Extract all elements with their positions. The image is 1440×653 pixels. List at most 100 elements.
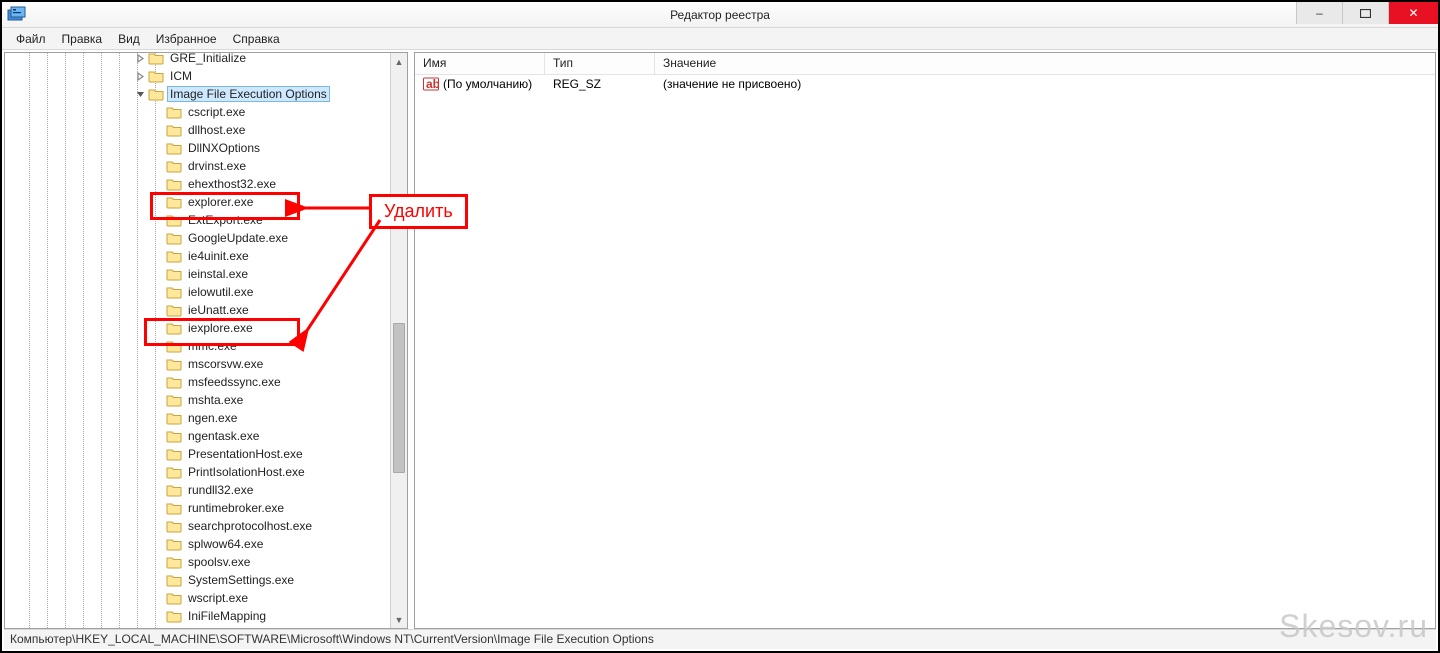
expander-none [153,233,164,244]
expander-none [153,107,164,118]
folder-icon [166,357,182,371]
tree-node-label: ieinstal.exe [186,267,250,281]
annotation-box-iexplore [144,318,300,346]
column-value[interactable]: Значение [655,53,1435,74]
tree-node-cscript-exe[interactable]: cscript.exe [5,103,389,121]
expander-none [153,593,164,604]
folder-icon [166,159,182,173]
value-name: (По умолчанию) [443,77,532,91]
tree-node-IniFileMapping[interactable]: IniFileMapping [5,607,389,625]
tree-node-label: PrintIsolationHost.exe [186,465,307,479]
tree-node-runtimebroker-exe[interactable]: runtimebroker.exe [5,499,389,517]
expander-none [153,143,164,154]
svg-text:ab: ab [426,77,439,91]
expander-closed-icon[interactable] [135,71,146,82]
tree-node-mshta-exe[interactable]: mshta.exe [5,391,389,409]
expander-closed-icon[interactable] [135,53,146,64]
tree-node-searchprotocolhost-exe[interactable]: searchprotocolhost.exe [5,517,389,535]
string-value-icon: ab [423,76,439,92]
window-title: Редактор реестра [670,8,770,22]
menu-bar: Файл Правка Вид Избранное Справка [2,28,1438,50]
expander-none [153,125,164,136]
tree-node-msfeedssync-exe[interactable]: msfeedssync.exe [5,373,389,391]
folder-icon [166,555,182,569]
tree-node-ngen-exe[interactable]: ngen.exe [5,409,389,427]
menu-edit[interactable]: Правка [54,30,111,48]
tree-node-ngentask-exe[interactable]: ngentask.exe [5,427,389,445]
expander-none [153,413,164,424]
menu-favorites[interactable]: Избранное [148,30,225,48]
tree-node-label: ngentask.exe [186,429,261,443]
folder-icon [166,141,182,155]
tree-scrollbar[interactable]: ▲ ▼ [390,53,407,628]
window-buttons: – ✕ [1296,2,1438,24]
tree-node-label: Image File Execution Options [168,87,329,101]
menu-file[interactable]: Файл [8,30,54,48]
tree-node-ICM[interactable]: ICM [5,67,389,85]
tree-node-label: spoolsv.exe [186,555,252,569]
value-type: REG_SZ [545,77,655,91]
tree-node-dllhost-exe[interactable]: dllhost.exe [5,121,389,139]
expander-none [153,377,164,388]
expander-none [153,485,164,496]
expander-none [153,431,164,442]
folder-icon [166,285,182,299]
expander-none [153,305,164,316]
folder-icon [166,249,182,263]
tree-node-PresentationHost-exe[interactable]: PresentationHost.exe [5,445,389,463]
tree-node-label: dllhost.exe [186,123,247,137]
scroll-up-icon[interactable]: ▲ [391,53,407,70]
tree-node-label: GoogleUpdate.exe [186,231,290,245]
tree-node-label: GRE_Initialize [168,53,248,65]
tree-node-splwow64-exe[interactable]: splwow64.exe [5,535,389,553]
expander-none [153,611,164,622]
folder-icon [166,231,182,245]
close-button[interactable]: ✕ [1388,2,1438,24]
regedit-icon [6,4,28,26]
tree-node-PrintIsolationHost-exe[interactable]: PrintIsolationHost.exe [5,463,389,481]
tree-node-Image-File-Execution-Options[interactable]: Image File Execution Options [5,85,389,103]
tree-node-GRE_Initialize[interactable]: GRE_Initialize [5,53,389,67]
folder-icon [166,519,182,533]
title-bar: Редактор реестра – ✕ [2,2,1438,28]
tree-node-label: msfeedssync.exe [186,375,283,389]
column-name[interactable]: Имя [415,53,545,74]
expander-none [153,395,164,406]
tree-node-label: ielowutil.exe [186,285,255,299]
tree-node-label: ie4uinit.exe [186,249,251,263]
value-row[interactable]: ab (По умолчанию) REG_SZ (значение не пр… [415,75,1435,93]
scroll-down-icon[interactable]: ▼ [391,611,407,628]
scroll-thumb[interactable] [393,323,405,473]
tree-node-drvinst-exe[interactable]: drvinst.exe [5,157,389,175]
tree-node-DllNXOptions[interactable]: DllNXOptions [5,139,389,157]
column-type[interactable]: Тип [545,53,655,74]
menu-help[interactable]: Справка [225,30,288,48]
tree-node-mscorsvw-exe[interactable]: mscorsvw.exe [5,355,389,373]
annotation-arrow-2 [298,216,388,340]
tree-node-wscript-exe[interactable]: wscript.exe [5,589,389,607]
tree-node-ehexthost32-exe[interactable]: ehexthost32.exe [5,175,389,193]
tree-node-label: cscript.exe [186,105,247,119]
expander-none [153,269,164,280]
folder-icon [166,573,182,587]
menu-view[interactable]: Вид [110,30,148,48]
tree-node-label: drvinst.exe [186,159,248,173]
tree-node-SystemSettings-exe[interactable]: SystemSettings.exe [5,571,389,589]
folder-icon [166,393,182,407]
tree-node-label: SystemSettings.exe [186,573,296,587]
expander-none [153,287,164,298]
maximize-button[interactable] [1342,2,1388,24]
tree-node-label: splwow64.exe [186,537,265,551]
watermark: Skesov.ru [1279,608,1428,645]
expander-open-icon[interactable] [135,89,146,100]
annotation-box-explorer [150,192,300,220]
tree-node-rundll32-exe[interactable]: rundll32.exe [5,481,389,499]
tree-node-spoolsv-exe[interactable]: spoolsv.exe [5,553,389,571]
annotation-arrow-1 [297,200,377,216]
minimize-button[interactable]: – [1296,2,1342,24]
tree-node-label: ehexthost32.exe [186,177,278,191]
expander-none [153,467,164,478]
folder-icon [166,483,182,497]
folder-icon [148,87,164,101]
folder-icon [148,53,164,65]
